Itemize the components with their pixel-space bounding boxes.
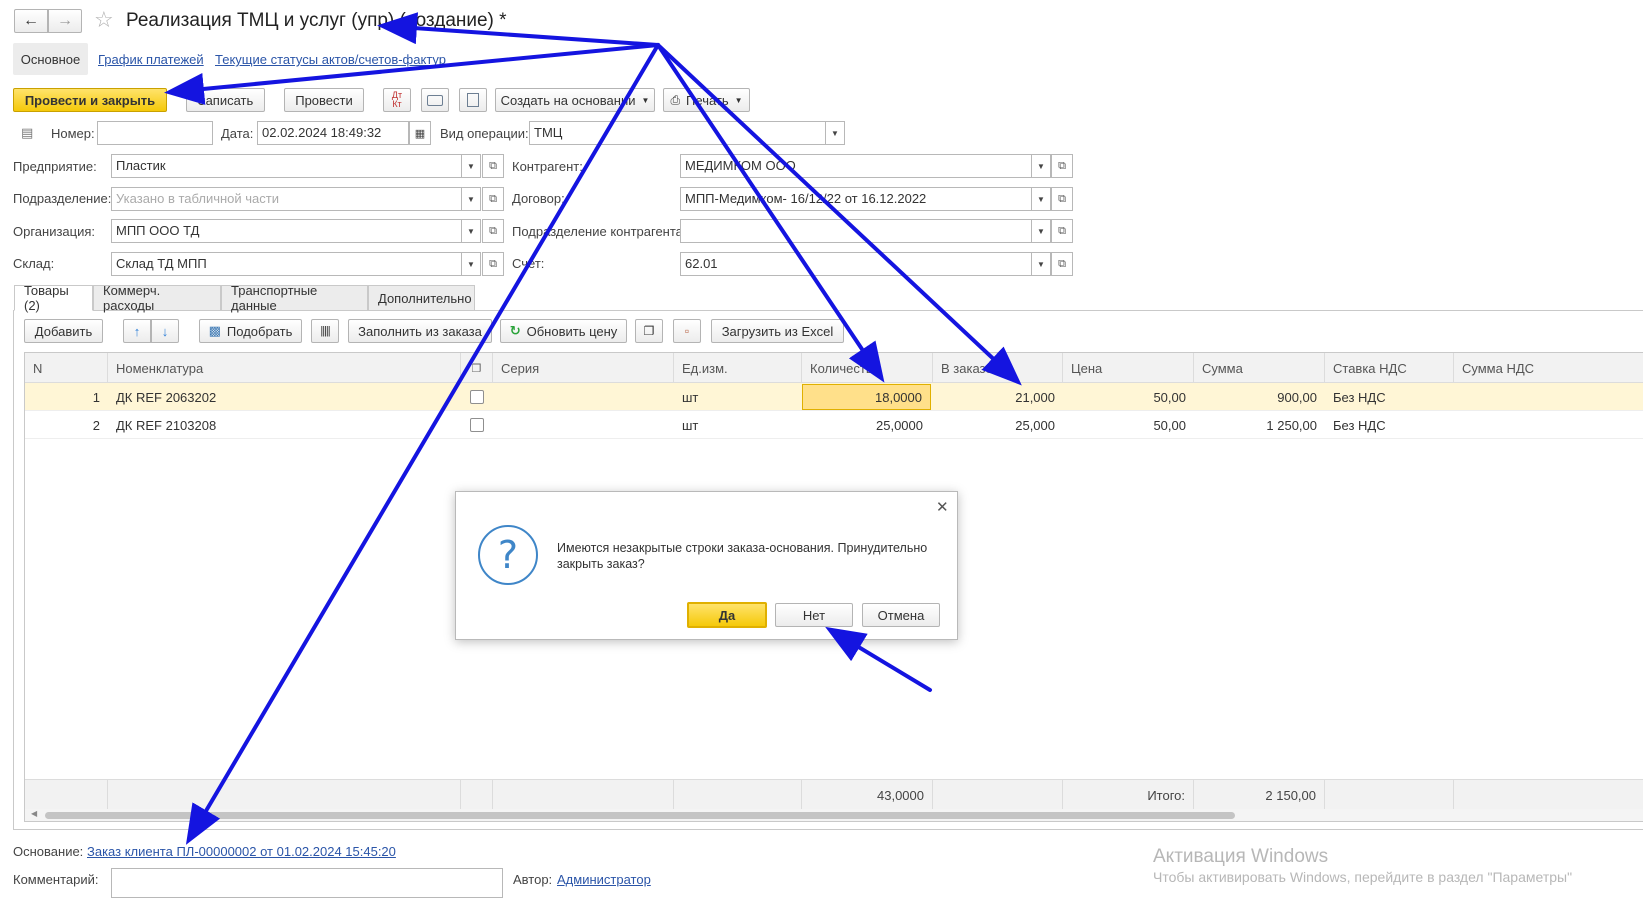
arrow-to-post-close xyxy=(164,43,660,105)
annotation-arrows xyxy=(164,12,1022,845)
arrow-to-no-button xyxy=(825,626,932,692)
arrow-to-title xyxy=(377,12,660,47)
arrow-to-qty xyxy=(656,43,885,383)
arrow-to-basis xyxy=(185,43,660,845)
arrow-to-in-order xyxy=(656,43,1022,386)
